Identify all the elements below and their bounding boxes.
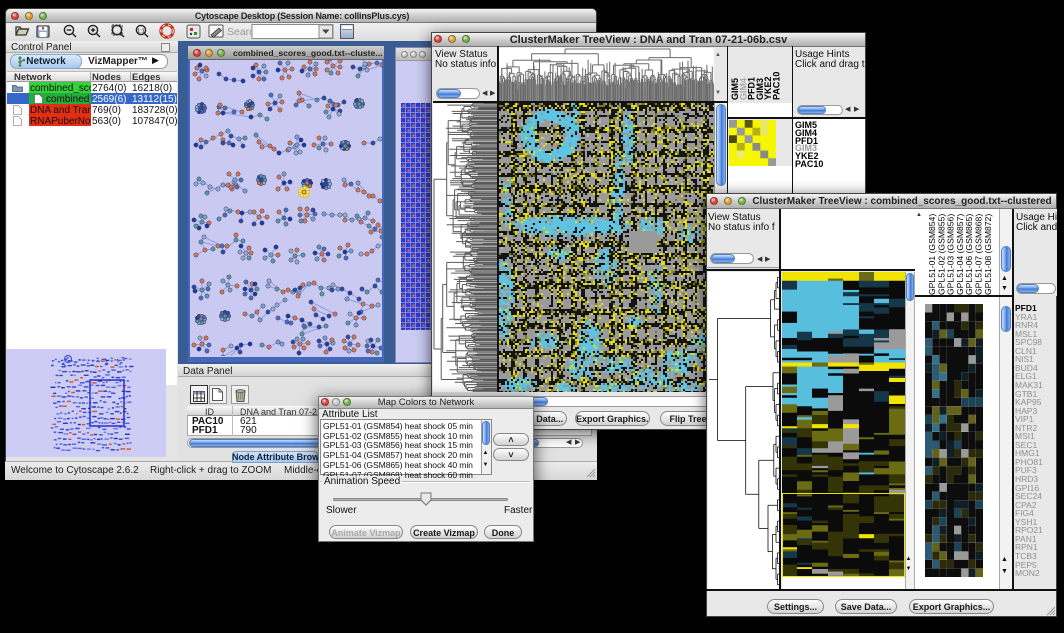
svg-text:1:1: 1:1 — [137, 28, 145, 34]
svg-text:PAC10: PAC10 — [772, 72, 782, 100]
svg-text:GPL51-08 (GSM872): GPL51-08 (GSM872) — [983, 214, 993, 295]
